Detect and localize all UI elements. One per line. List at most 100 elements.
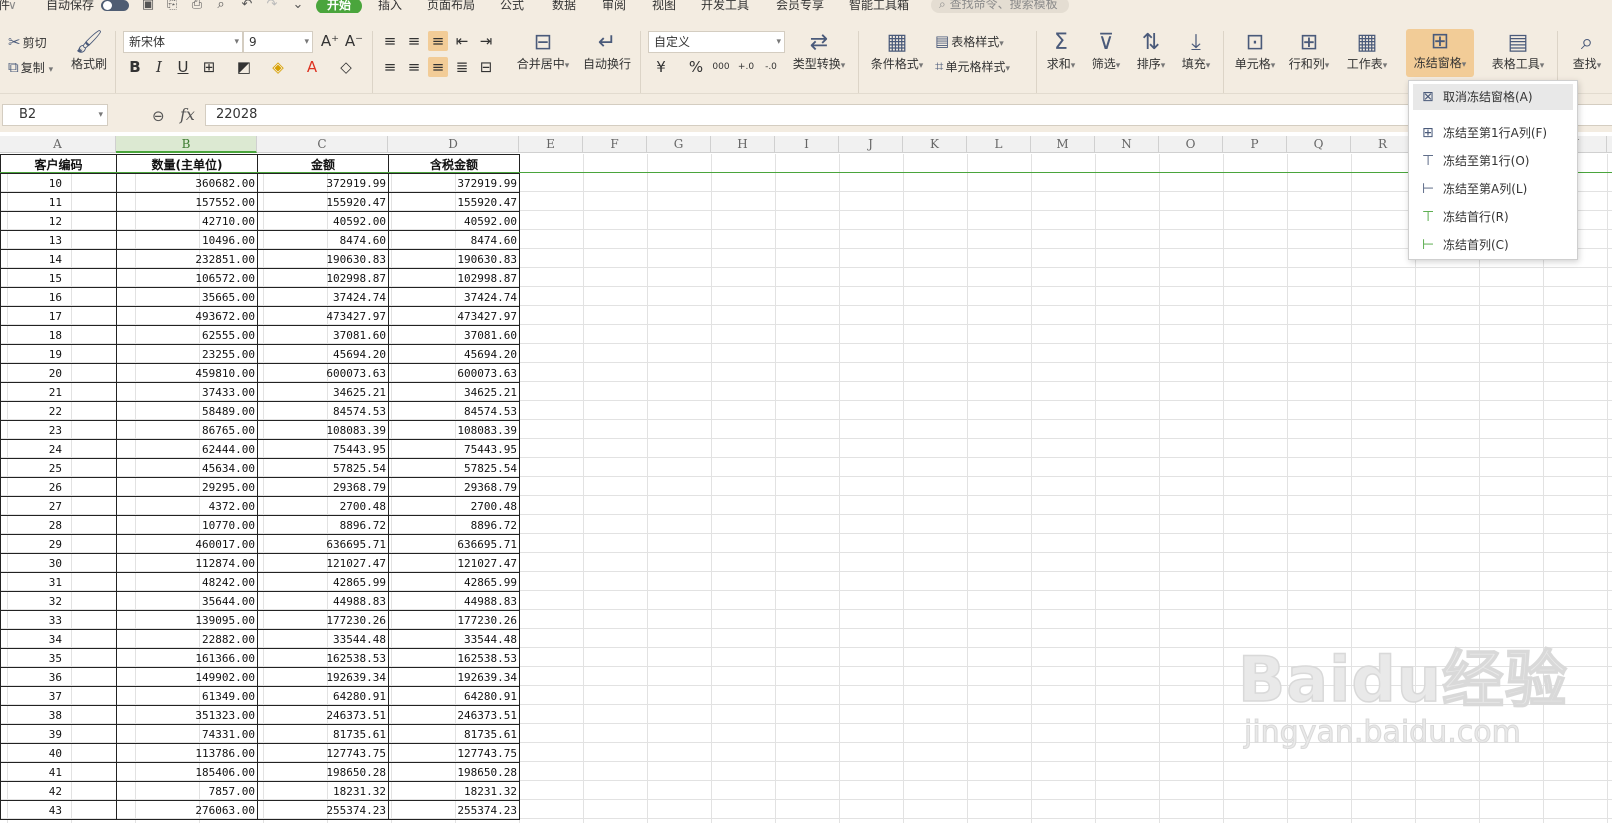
export-icon[interactable]: ⎘ (164, 0, 180, 12)
table-cell[interactable]: 106572.00 (116, 268, 258, 288)
tab-smart-tools[interactable]: 智能工具箱 (849, 0, 909, 13)
cell-button[interactable]: ⊡ 单元格▾ (1231, 30, 1279, 74)
column-header-e[interactable]: E (519, 136, 583, 153)
table-cell[interactable]: 28 (0, 515, 117, 535)
percent-icon[interactable]: % (686, 57, 706, 77)
table-cell[interactable]: 34625.21 (257, 382, 389, 402)
table-cell[interactable]: 26 (0, 477, 117, 497)
table-cell[interactable]: 121027.47 (257, 553, 389, 573)
table-cell[interactable]: 255374.23 (388, 800, 520, 820)
column-header-l[interactable]: L (967, 136, 1031, 153)
table-cell[interactable]: 185406.00 (116, 762, 258, 782)
menu-item-unfreeze[interactable]: ⊠ 取消冻结窗格(A) (1413, 84, 1573, 110)
autosave-toggle[interactable] (101, 0, 129, 11)
worksheet-button[interactable]: ▦ 工作表▾ (1343, 30, 1391, 74)
table-cell[interactable]: 86765.00 (116, 420, 258, 440)
redo-icon[interactable]: ↷ (264, 0, 280, 12)
data-table[interactable]: 客户编码 数量(主单位) 金额 含税金额 10 360682.00 372919.9… (0, 154, 520, 820)
table-cell[interactable]: 29368.79 (257, 477, 389, 497)
table-cell[interactable]: 32 (0, 591, 117, 611)
column-header-f[interactable]: F (583, 136, 647, 153)
table-cell[interactable]: 636695.71 (388, 534, 520, 554)
table-cell[interactable]: 473427.97 (388, 306, 520, 326)
table-cell[interactable]: 44988.83 (257, 591, 389, 611)
row-col-button[interactable]: ⊞ 行和列▾ (1285, 30, 1333, 74)
table-cell[interactable]: 42865.99 (388, 572, 520, 592)
column-header-n[interactable]: N (1095, 136, 1159, 153)
table-cell[interactable]: 600073.63 (388, 363, 520, 383)
table-cell[interactable]: 81735.61 (257, 724, 389, 744)
undo-icon[interactable]: ↶ (239, 0, 255, 12)
border-icon[interactable]: ⊞ (199, 57, 219, 77)
table-cell[interactable]: 108083.39 (257, 420, 389, 440)
font-size-select[interactable]: 9 ▾ (243, 31, 313, 53)
table-cell[interactable]: 155920.47 (388, 192, 520, 212)
tab-view[interactable]: 视图 (652, 0, 676, 13)
menu-item-freeze-colA[interactable]: ⊢ 冻结至第A列(L) (1413, 176, 1573, 202)
table-cell[interactable]: 162538.53 (388, 648, 520, 668)
table-cell[interactable]: 57825.54 (388, 458, 520, 478)
table-cell[interactable]: 16 (0, 287, 117, 307)
tab-insert[interactable]: 插入 (378, 0, 402, 13)
column-header-o[interactable]: O (1159, 136, 1223, 153)
table-cell[interactable]: 12 (0, 211, 117, 231)
table-cell[interactable]: 43 (0, 800, 117, 820)
table-cell[interactable]: 84574.53 (257, 401, 389, 421)
table-cell[interactable]: 102998.87 (257, 268, 389, 288)
table-cell[interactable]: 33544.48 (388, 629, 520, 649)
table-cell[interactable]: 351323.00 (116, 705, 258, 725)
indent-increase-icon[interactable]: ⇥ (476, 31, 496, 51)
table-cell[interactable]: 35665.00 (116, 287, 258, 307)
menu-item-freeze-first-column[interactable]: ⊢ 冻结首列(C) (1413, 232, 1573, 258)
column-header-m[interactable]: M (1031, 136, 1095, 153)
header-quantity[interactable]: 数量(主单位) (116, 154, 258, 174)
table-cell[interactable]: 127743.75 (388, 743, 520, 763)
table-cell[interactable]: 19 (0, 344, 117, 364)
table-cell[interactable]: 493672.00 (116, 306, 258, 326)
table-cell[interactable]: 35 (0, 648, 117, 668)
table-cell[interactable]: 198650.28 (257, 762, 389, 782)
table-cell[interactable]: 192639.34 (257, 667, 389, 687)
column-header-r[interactable]: R (1351, 136, 1415, 153)
table-cell[interactable]: 29368.79 (388, 477, 520, 497)
table-cell[interactable]: 276063.00 (116, 800, 258, 820)
copy-button[interactable]: ⧉ 复制 ▾ (8, 58, 53, 79)
table-cell[interactable]: 11 (0, 192, 117, 212)
table-cell[interactable]: 74331.00 (116, 724, 258, 744)
table-cell[interactable]: 48242.00 (116, 572, 258, 592)
thousands-icon[interactable]: 000 (711, 57, 731, 77)
menu-item-freeze-first-row[interactable]: ⊤ 冻结首行(R) (1413, 204, 1573, 230)
table-cell[interactable]: 18 (0, 325, 117, 345)
column-header-h[interactable]: H (711, 136, 775, 153)
formula-input[interactable]: 22028 (205, 104, 1612, 126)
merge-center-button[interactable]: ⊟ 合并居中▾ (513, 30, 573, 74)
zoom-icon[interactable]: ⊖ (152, 107, 165, 125)
table-cell[interactable]: 20 (0, 363, 117, 383)
column-header-g[interactable]: G (647, 136, 711, 153)
table-cell[interactable]: 2700.48 (257, 496, 389, 516)
table-style-button[interactable]: ▤ 表格样式▾ (935, 32, 1004, 53)
table-cell[interactable]: 45694.20 (257, 344, 389, 364)
header-customer-code[interactable]: 客户编码 (0, 154, 117, 174)
table-cell[interactable]: 360682.00 (116, 173, 258, 193)
table-cell[interactable]: 61349.00 (116, 686, 258, 706)
table-cell[interactable]: 31 (0, 572, 117, 592)
table-cell[interactable]: 246373.51 (388, 705, 520, 725)
type-convert-button[interactable]: ⇄ 类型转换▾ (789, 30, 849, 74)
table-cell[interactable]: 459810.00 (116, 363, 258, 383)
table-cell[interactable]: 62444.00 (116, 439, 258, 459)
table-cell[interactable]: 64280.91 (388, 686, 520, 706)
table-cell[interactable]: 40592.00 (257, 211, 389, 231)
table-cell[interactable]: 8896.72 (257, 515, 389, 535)
tab-page-layout[interactable]: 页面布局 (427, 0, 475, 13)
decrease-font-icon[interactable]: A⁻ (344, 31, 364, 51)
table-cell[interactable]: 108083.39 (388, 420, 520, 440)
table-cell[interactable]: 34 (0, 629, 117, 649)
table-cell[interactable]: 45694.20 (388, 344, 520, 364)
table-cell[interactable]: 161366.00 (116, 648, 258, 668)
sum-button[interactable]: Σ 求和▾ (1043, 30, 1079, 74)
table-cell[interactable]: 177230.26 (388, 610, 520, 630)
align-top-icon[interactable]: ≡ (380, 31, 400, 51)
table-cell[interactable]: 33544.48 (257, 629, 389, 649)
table-cell[interactable]: 460017.00 (116, 534, 258, 554)
